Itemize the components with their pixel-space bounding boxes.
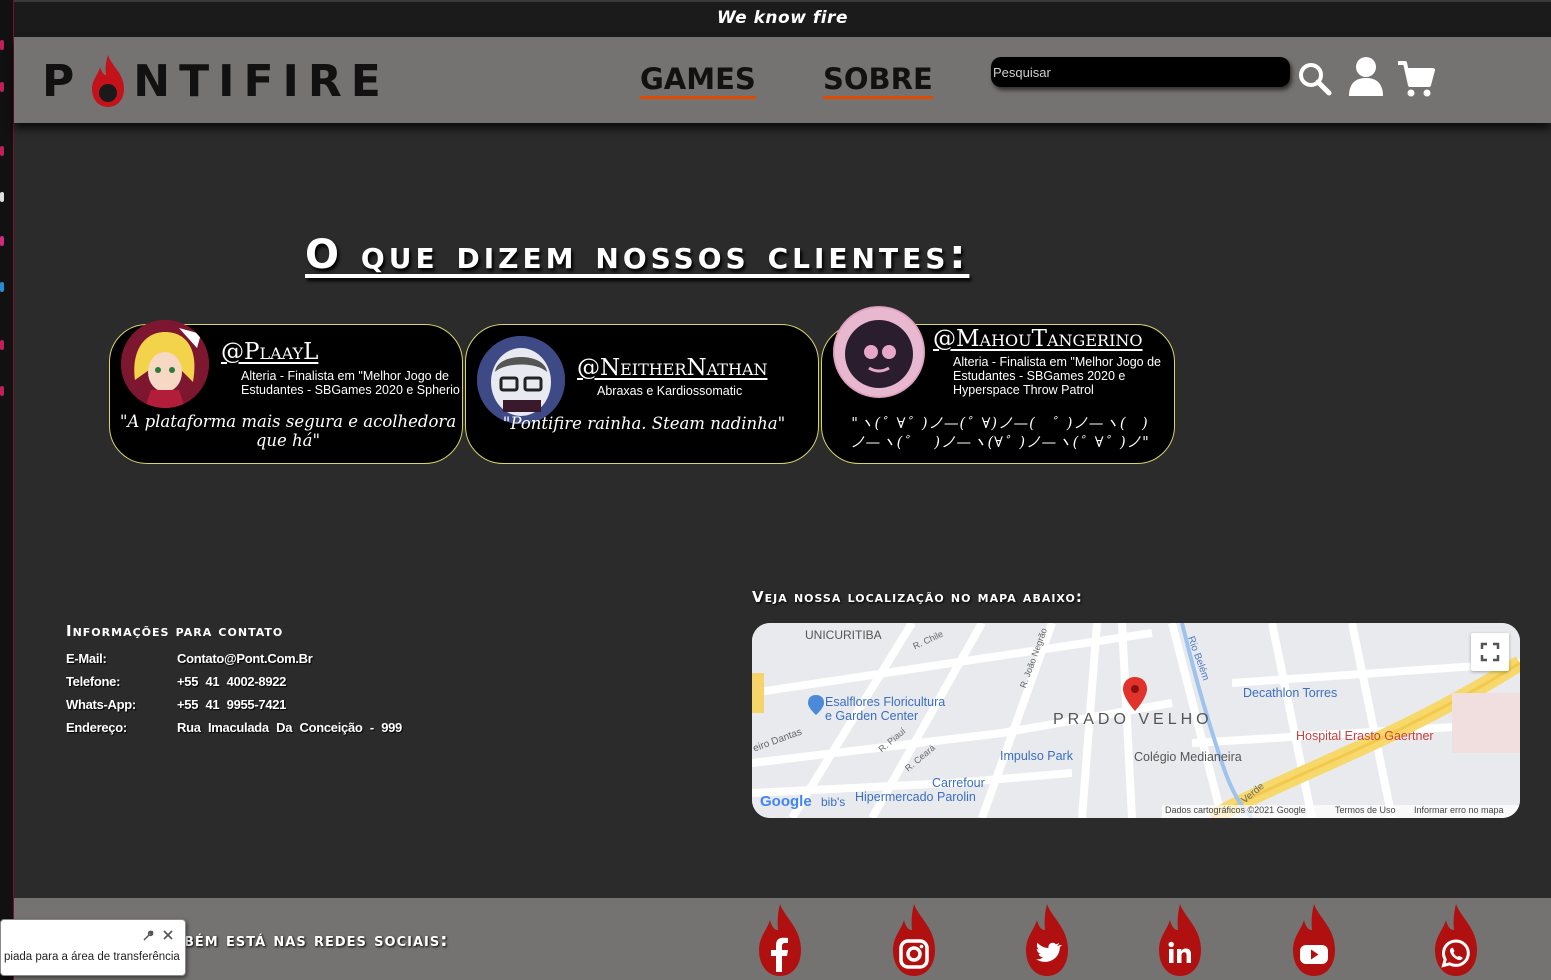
top-bar: We know fire (14, 0, 1551, 37)
map-label[interactable]: Esalflores Floricultura (825, 695, 945, 709)
testimonial-role: Alteria - Finalista em "Melhor Jogo de E… (241, 369, 460, 397)
instagram-icon[interactable] (889, 902, 939, 978)
contact-row-email: E-Mail: Contato@Pont.Com.Br (66, 651, 313, 666)
avatar (121, 320, 209, 408)
map-terms-link[interactable]: Termos de Uso (1335, 805, 1396, 815)
google-logo: Google (760, 793, 812, 810)
sidebar-dot[interactable] (0, 146, 4, 156)
map-title: Veja nossa localização no mapa abaixo: (752, 588, 1083, 606)
contact-label: E-Mail: (66, 651, 107, 666)
testimonial-quote: "ヽ(゜∀゜)ノ—(゜∀)ノ—( ゜)ノ—ヽ( )ノ—ヽ(゜ )ノ—ヽ(∀゜)ノ… (850, 416, 1150, 451)
facebook-icon[interactable] (755, 902, 805, 978)
contact-label: Telefone: (66, 674, 121, 689)
map-label: UNICURITIBA (805, 628, 882, 642)
sidebar-dot[interactable] (0, 386, 4, 396)
testimonial-role: Alteria - Finalista em "Melhor Jogo de E… (953, 355, 1161, 397)
linkedin-icon[interactable] (1155, 902, 1205, 978)
testimonial-quote: "A plataforma mais segura e acolhedora q… (119, 412, 457, 450)
avatar (833, 306, 925, 398)
sidebar-dot[interactable] (0, 82, 4, 92)
map-label[interactable]: Impulso Park (1000, 749, 1073, 763)
fullscreen-button[interactable] (1471, 633, 1509, 671)
contact-value[interactable]: Contato@Pont.Com.Br (177, 651, 313, 666)
map-label[interactable]: Hipermercado Parolin (855, 790, 976, 804)
contact-label: Whats-App: (66, 697, 136, 712)
sidebar-dot[interactable] (0, 192, 4, 202)
testimonial-handle: @NeitherNathan (577, 355, 768, 381)
flame-logo-icon (92, 55, 125, 107)
youtube-icon[interactable] (1289, 902, 1339, 978)
sidebar-dot[interactable] (0, 282, 4, 292)
map-label[interactable]: e Garden Center (825, 709, 918, 723)
nav-games[interactable]: GAMES (640, 63, 756, 99)
testimonial-card: @MahouTangerino Alteria - Finalista em "… (821, 306, 1175, 464)
close-icon[interactable] (162, 929, 174, 941)
contact-value: Rua Imaculada Da Conceição - 999 (177, 720, 402, 735)
contact-value[interactable]: +55 41 4002-8922 (177, 674, 286, 689)
sidebar-dot[interactable] (0, 340, 4, 350)
contact-row-whatsapp: Whats-App: +55 41 9955-7421 (66, 697, 286, 712)
cart-icon[interactable] (1396, 59, 1436, 99)
browser-side-strip (0, 0, 14, 980)
tagline: We know fire (717, 8, 848, 28)
social-title: bém está nas redes sociais: (184, 930, 449, 951)
sidebar-dot[interactable] (0, 40, 4, 50)
fullscreen-icon (1480, 642, 1500, 662)
site-footer: bém está nas redes sociais: (14, 898, 1551, 980)
contact-label: Endereço: (66, 720, 127, 735)
testimonial-card: @PlaayL Alteria - Finalista em "Melhor J… (109, 320, 463, 464)
map-label[interactable]: Hospital Erasto Gaertner (1296, 729, 1434, 743)
clipboard-toast: piada para a área de transferência (0, 919, 186, 976)
wrench-icon[interactable] (142, 930, 154, 942)
twitter-icon[interactable] (1022, 902, 1072, 978)
nav-sobre[interactable]: SOBRE (823, 63, 933, 99)
map-report-link[interactable]: Informar erro no mapa (1414, 805, 1504, 815)
map-label[interactable]: Colégio Medianeira (1134, 750, 1242, 764)
map-label[interactable]: Carrefour (932, 776, 985, 790)
map-label: bib's (821, 795, 846, 809)
testimonial-handle: @PlaayL (221, 339, 319, 365)
testimonial-card: @NeitherNathan Abraxas e Kardiossomatic … (465, 324, 819, 464)
contact-row-phone: Telefone: +55 41 4002-8922 (66, 674, 286, 689)
testimonial-role: Abraxas e Kardiossomatic (597, 384, 743, 398)
sidebar-dot[interactable] (0, 236, 4, 246)
search-input[interactable] (991, 57, 1290, 87)
avatar (477, 336, 565, 424)
whatsapp-icon[interactable] (1431, 902, 1481, 978)
contact-value[interactable]: +55 41 9955-7421 (177, 697, 286, 712)
logo-text-right: NTIFIRE (133, 55, 390, 107)
map-pin-icon (808, 695, 824, 715)
site-header: P NTIFIRE GAMES SOBRE (14, 37, 1551, 123)
map-label[interactable]: Decathlon Torres (1243, 686, 1337, 700)
location-pin-icon[interactable] (1123, 677, 1147, 711)
contact-row-address: Endereço: Rua Imaculada Da Conceição - 99… (66, 720, 402, 735)
testimonial-quote: "Pontifire rainha. Steam nadinha" (502, 414, 786, 433)
user-icon[interactable] (1347, 55, 1385, 97)
contact-title: Informações para contato (66, 622, 284, 640)
map-credits: Dados cartográficos ©2021 Google (1165, 805, 1306, 815)
map-label: PRADO VELHO (1053, 711, 1213, 728)
search-icon[interactable] (1297, 61, 1333, 97)
testimonials-title: O que dizem nossos clientes: (305, 232, 970, 278)
logo-text-left: P (42, 55, 84, 107)
testimonial-handle: @MahouTangerino (933, 326, 1143, 352)
toast-text: piada para a área de transferência (4, 951, 180, 963)
location-map[interactable]: UNICURITIBA R. Chile R. João Negrão Rio … (752, 623, 1520, 818)
site-logo[interactable]: P NTIFIRE (42, 51, 390, 111)
